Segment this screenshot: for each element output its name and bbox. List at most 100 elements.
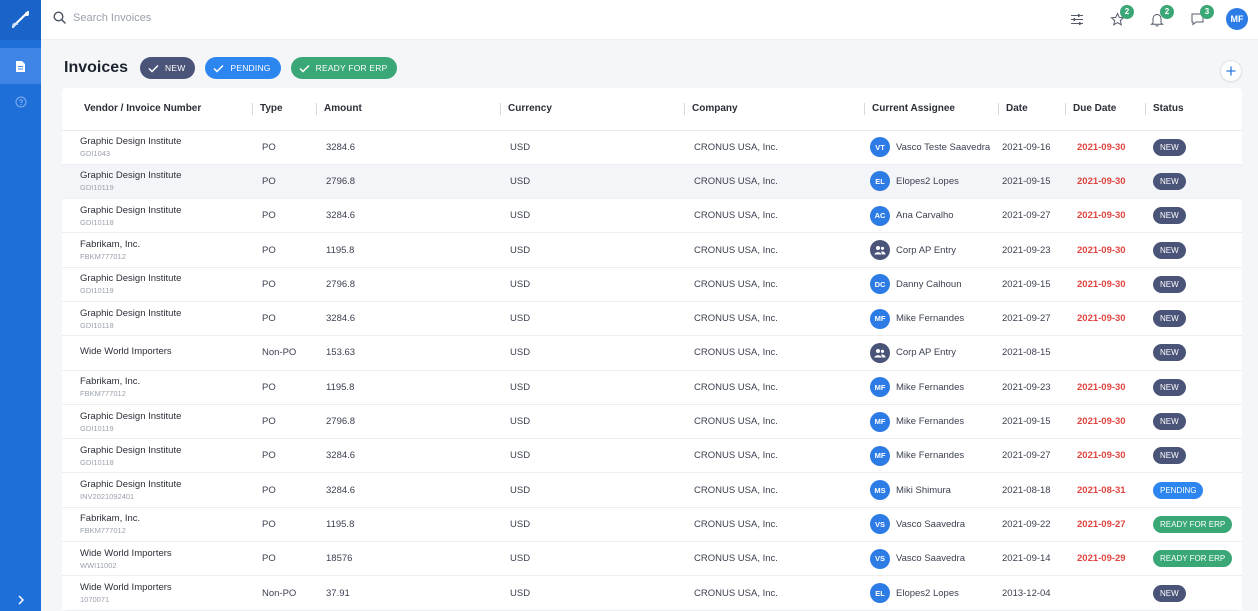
status-badge[interactable]: READY FOR ERP xyxy=(1153,515,1233,533)
table-row[interactable]: Graphic Design Institute GDI10118 PO 3284.6… xyxy=(62,198,1242,234)
table-row[interactable]: Wide World Importers Non-PO 153.63 USD CRONU… xyxy=(62,335,1242,371)
status-badge[interactable]: NEW xyxy=(1153,344,1186,362)
assignee-cell[interactable]: MF Mike Fernandes xyxy=(864,370,998,405)
status-badge[interactable]: NEW xyxy=(1153,275,1186,293)
currency-cell: USD xyxy=(500,301,684,337)
column-header-company[interactable]: Company xyxy=(684,88,864,131)
currency-cell: USD xyxy=(500,232,684,268)
vendor-cell[interactable]: Graphic Design Institute INV2021092401 xyxy=(62,472,252,508)
add-invoice-button[interactable] xyxy=(1220,60,1242,82)
due-date-cell xyxy=(1065,575,1145,611)
status-badge[interactable]: NEW xyxy=(1153,172,1186,190)
assignee-cell[interactable]: MF Mike Fernandes xyxy=(864,301,998,337)
vendor-cell[interactable]: Graphic Design Institute GDI10119 xyxy=(62,267,252,302)
status-badge[interactable]: NEW xyxy=(1153,413,1186,431)
vendor-name: Graphic Design Institute xyxy=(80,136,182,148)
company-cell: CRONUS USA, Inc. xyxy=(684,267,864,302)
vendor-cell[interactable]: Graphic Design Institute GDI1043 xyxy=(62,130,252,165)
assignee-cell[interactable]: MF Mike Fernandes xyxy=(864,438,998,474)
column-header-due-date[interactable]: Due Date xyxy=(1065,88,1145,131)
vendor-cell[interactable]: Wide World Importers 1070071 xyxy=(62,575,252,611)
vendor-cell[interactable]: Fabrikam, Inc. FBKM777012 xyxy=(62,232,252,268)
app-logo[interactable] xyxy=(0,0,41,40)
search-input[interactable] xyxy=(73,11,273,24)
amount-cell: 1195.8 xyxy=(316,370,500,405)
assignee-cell[interactable]: Corp AP Entry xyxy=(864,335,998,371)
status-badge[interactable]: NEW xyxy=(1153,207,1186,225)
column-header-assignee[interactable]: Current Assignee xyxy=(864,88,998,131)
vendor-cell[interactable]: Graphic Design Institute GDI10119 xyxy=(62,404,252,440)
amount-cell: 1195.8 xyxy=(316,232,500,268)
expand-rail-button[interactable] xyxy=(0,589,41,611)
column-header-status[interactable]: Status xyxy=(1145,88,1242,131)
vendor-cell[interactable]: Wide World Importers WWI11002 xyxy=(62,541,252,577)
assignee-cell[interactable]: VS Vasco Saavedra xyxy=(864,541,998,577)
vendor-cell[interactable]: Wide World Importers xyxy=(62,335,252,371)
due-date-cell: 2021-09-30 xyxy=(1065,438,1145,474)
filter-chip-pending[interactable]: PENDING xyxy=(205,57,281,79)
column-header-amount[interactable]: Amount xyxy=(316,88,500,131)
notifications-button[interactable]: 2 xyxy=(1146,5,1174,32)
assignee-cell[interactable]: VT Vasco Teste Saavedra xyxy=(864,130,998,165)
nav-item-help[interactable] xyxy=(0,84,41,120)
status-badge[interactable]: PENDING xyxy=(1153,481,1204,499)
status-badge[interactable]: NEW xyxy=(1153,138,1186,156)
user-avatar[interactable]: MF xyxy=(1226,8,1248,30)
assignee-cell[interactable]: MF Mike Fernandes xyxy=(864,404,998,440)
table-row[interactable]: Graphic Design Institute GDI10118 PO 3284.6… xyxy=(62,438,1242,474)
vendor-cell[interactable]: Graphic Design Institute GDI10119 xyxy=(62,164,252,200)
date-cell: 2021-09-27 xyxy=(998,438,1065,474)
assignee-cell[interactable]: MS Miki Shimura xyxy=(864,472,998,508)
assignee-cell[interactable]: EL Elopes2 Lopes xyxy=(864,164,998,200)
column-header-label: Date xyxy=(1006,103,1028,115)
status-badge[interactable]: NEW xyxy=(1153,241,1186,259)
filter-chip-label: NEW xyxy=(165,63,186,73)
table-row[interactable]: Graphic Design Institute GDI1043 PO 3284.6 U… xyxy=(62,130,1242,165)
status-badge[interactable]: NEW xyxy=(1153,310,1186,328)
table-row[interactable]: Wide World Importers 1070071 Non-PO 37.91 US… xyxy=(62,575,1242,611)
assignee-avatar: MS xyxy=(870,480,890,501)
notifications-count-badge: 2 xyxy=(1160,5,1174,19)
date-cell: 2021-09-15 xyxy=(998,267,1065,302)
vendor-cell[interactable]: Graphic Design Institute GDI10118 xyxy=(62,438,252,474)
vendor-cell[interactable]: Graphic Design Institute GDI10118 xyxy=(62,198,252,234)
assignee-cell[interactable]: Corp AP Entry xyxy=(864,232,998,268)
filter-button[interactable] xyxy=(1066,6,1088,32)
assignee-name: Corp AP Entry xyxy=(896,347,957,359)
vendor-cell[interactable]: Fabrikam, Inc. FBKM777012 xyxy=(62,507,252,543)
table-row[interactable]: Graphic Design Institute GDI10118 PO 3284.6… xyxy=(62,301,1242,337)
table-row[interactable]: Fabrikam, Inc. FBKM777012 PO 1195.8 USD CRONU… xyxy=(62,507,1242,543)
table-row[interactable]: Wide World Importers WWI11002 PO 18576 USD CR… xyxy=(62,541,1242,577)
messages-button[interactable]: 3 xyxy=(1186,5,1214,32)
table-row[interactable]: Graphic Design Institute GDI10119 PO 2796.8… xyxy=(62,267,1242,302)
table-row[interactable]: Graphic Design Institute GDI10119 PO 2796.8… xyxy=(62,404,1242,440)
column-header-vendor[interactable]: Vendor / Invoice Number xyxy=(62,88,252,131)
column-header-type[interactable]: Type xyxy=(252,88,316,131)
status-badge[interactable]: NEW xyxy=(1153,378,1186,396)
column-header-date[interactable]: Date xyxy=(998,88,1065,131)
amount-cell: 2796.8 xyxy=(316,164,500,200)
status-badge[interactable]: NEW xyxy=(1153,584,1186,602)
filter-chip-ready-for-erp[interactable]: READY FOR ERP xyxy=(290,57,398,79)
table-row[interactable]: Fabrikam, Inc. FBKM777012 PO 1195.8 USD CRONU… xyxy=(62,370,1242,405)
status-badge[interactable]: READY FOR ERP xyxy=(1153,550,1233,568)
vendor-cell[interactable]: Graphic Design Institute GDI10118 xyxy=(62,301,252,337)
favorites-button[interactable]: 2 xyxy=(1106,5,1134,32)
assignee-name: Mike Fernandes xyxy=(896,416,965,428)
status-badge[interactable]: NEW xyxy=(1153,447,1186,465)
filter-chip-new[interactable]: NEW xyxy=(140,57,196,79)
assignee-avatar: MF xyxy=(870,308,890,329)
table-row[interactable]: Graphic Design Institute INV2021092401 PO 3… xyxy=(62,472,1242,508)
assignee-cell[interactable]: DC Danny Calhoun xyxy=(864,267,998,302)
table-row[interactable]: Fabrikam, Inc. FBKM777012 PO 1195.8 USD CRONU… xyxy=(62,232,1242,268)
status-cell: NEW xyxy=(1145,370,1242,405)
column-header-currency[interactable]: Currency xyxy=(500,88,684,131)
assignee-cell[interactable]: EL Elopes2 Lopes xyxy=(864,575,998,611)
vertical-scrollbar[interactable] xyxy=(1248,88,1258,611)
amount-cell: 2796.8 xyxy=(316,404,500,440)
table-row[interactable]: Graphic Design Institute GDI10119 PO 2796.8… xyxy=(62,164,1242,200)
nav-item-invoices[interactable] xyxy=(0,48,41,84)
assignee-cell[interactable]: AC Ana Carvalho xyxy=(864,198,998,234)
assignee-cell[interactable]: VS Vasco Saavedra xyxy=(864,507,998,543)
vendor-cell[interactable]: Fabrikam, Inc. FBKM777012 xyxy=(62,370,252,405)
